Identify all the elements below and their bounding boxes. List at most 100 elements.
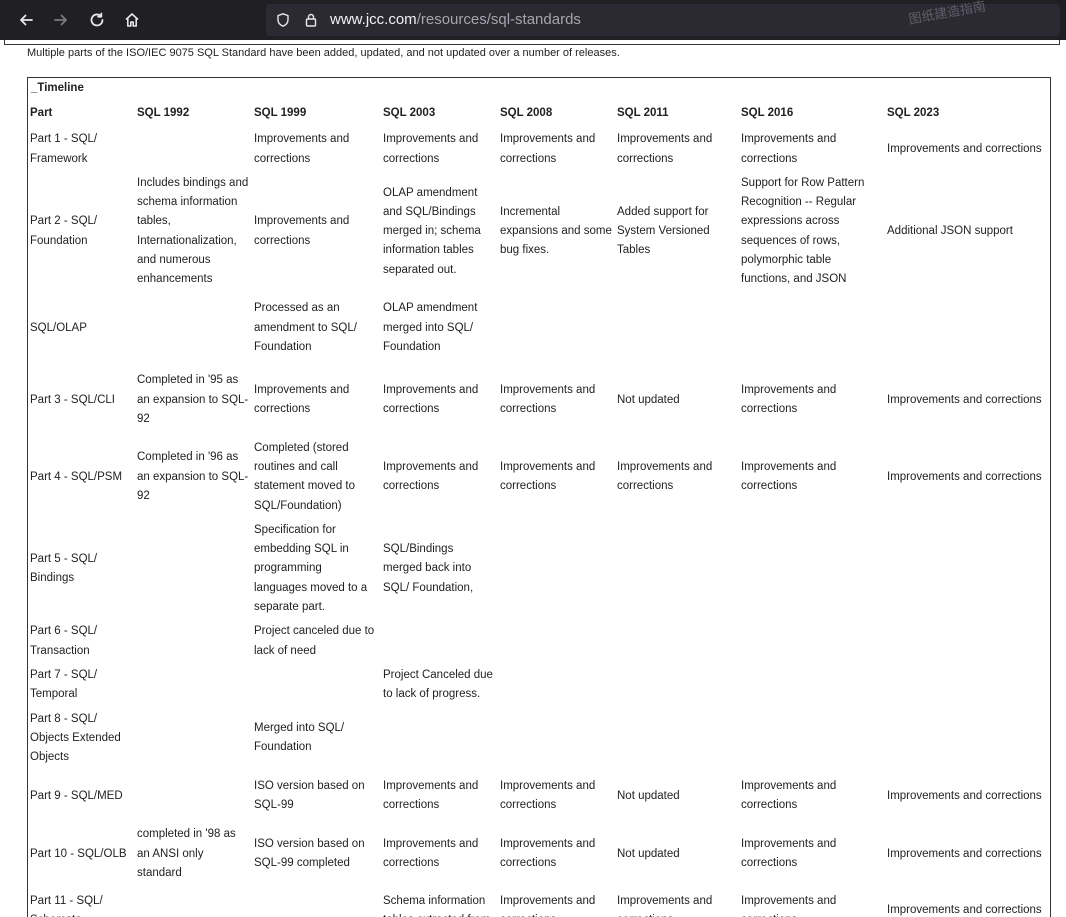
release-cell: [135, 886, 252, 917]
release-cell: Completed in '95 as an expansion to SQL-…: [137, 374, 249, 425]
release-cell: Improvements and corrections: [741, 838, 837, 870]
back-button[interactable]: [14, 8, 38, 32]
release-cell: Includes bindings and schema information…: [137, 176, 249, 286]
release-cell: [885, 664, 1050, 708]
part-name-cell: Part 8 - SQL/ Objects Extended Objects: [30, 712, 121, 764]
release-cell: [498, 664, 615, 708]
release-cell: Support for Row Pattern Recognition -- R…: [741, 176, 865, 286]
column-header: SQL 2023: [887, 107, 940, 119]
column-header: SQL 1999: [254, 107, 307, 119]
table-row: Part 4 - SQL/PSM Completed in '96 as an e…: [28, 437, 1050, 519]
release-cell: [498, 620, 615, 664]
release-cell: Project canceled due to lack of need: [254, 625, 375, 657]
release-cell: Improvements and corrections: [383, 460, 479, 493]
timeline-table: Part SQL 1992 SQL 1999 SQL 2003 SQL 2008 SQL …: [28, 104, 1050, 917]
column-header: SQL 2011: [617, 107, 669, 119]
release-cell: [885, 620, 1050, 664]
column-header: SQL 2003: [383, 107, 436, 119]
forward-arrow-icon: [54, 14, 67, 26]
home-button[interactable]: [120, 8, 144, 32]
release-cell: [885, 519, 1050, 620]
table-row: Part 10 - SQL/OLB completed in '98 as an …: [28, 823, 1050, 886]
release-cell: [135, 519, 252, 620]
release-cell: ISO version based on SQL-99 completed: [254, 838, 365, 870]
release-cell: [615, 664, 739, 708]
timeline-caption-text: Timeline: [37, 82, 84, 94]
column-header: Part: [30, 107, 53, 119]
release-cell: Improvements and corrections: [254, 133, 350, 165]
column-header: SQL 2016: [741, 107, 794, 119]
url-text[interactable]: www.jcc.com/resources/sql-standards: [330, 11, 581, 29]
release-cell: Improvements and corrections: [383, 383, 479, 416]
table-row: Part 7 - SQL/ Temporal Project Canceled d…: [28, 664, 1050, 708]
release-cell: ISO version based on SQL-99: [254, 780, 365, 812]
part-name-cell: Part 6 - SQL/ Transaction: [30, 625, 98, 657]
release-cell: [498, 519, 615, 620]
shield-icon[interactable]: [274, 11, 292, 29]
release-cell: SQL/Bindings merged back into SQL/ Found…: [383, 543, 474, 594]
release-cell: Improvements and corrections: [887, 393, 1042, 406]
table-header-row: Part SQL 1992 SQL 1999 SQL 2003 SQL 2008 SQL …: [28, 104, 1050, 128]
release-cell: Not updated: [617, 789, 680, 802]
reload-button[interactable]: [85, 8, 109, 32]
part-name-cell: Part 5 - SQL/ Bindings: [30, 552, 98, 585]
table-row: Part 11 - SQL/ Schemata Schema informatio…: [28, 886, 1050, 917]
lock-icon[interactable]: [302, 11, 320, 29]
release-cell: [739, 519, 885, 620]
release-cell: [135, 770, 252, 823]
table-row: Part 5 - SQL/ Bindings Specification for …: [28, 519, 1050, 620]
timeline-caption: _Timeline: [31, 82, 84, 94]
release-cell: Improvements and corrections: [383, 780, 479, 812]
release-cell: Improvements and corrections: [383, 133, 479, 165]
release-cell: [739, 664, 885, 708]
release-cell: Schema information tables extracted from: [383, 894, 490, 917]
release-cell: Improvements and corrections: [741, 383, 837, 416]
release-cell: Not updated: [617, 393, 680, 406]
column-header: SQL 1992: [137, 107, 190, 119]
release-cell: OLAP amendment merged into SQL/ Foundati…: [383, 302, 478, 353]
release-cell: [135, 293, 252, 365]
part-name-cell: Part 4 - SQL/PSM: [30, 470, 123, 483]
browser-toolbar: www.jcc.com/resources/sql-standards 图纸建造…: [0, 0, 1066, 40]
release-cell: Improvements and corrections: [254, 383, 350, 416]
part-name-cell: Part 9 - SQL/MED: [30, 789, 123, 802]
table-row: SQL/OLAP Processed as an amendment to SQL…: [28, 293, 1050, 365]
part-name-cell: Part 2 - SQL/ Foundation: [30, 215, 98, 247]
release-cell: Improvements and corrections: [741, 894, 837, 917]
release-cell: Improvements and corrections: [500, 894, 596, 917]
release-cell: [498, 293, 615, 365]
table-row: Part 8 - SQL/ Objects Extended Objects Me…: [28, 708, 1050, 771]
release-cell: [885, 293, 1050, 365]
release-cell: Additional JSON support: [887, 225, 1013, 238]
forward-button[interactable]: [49, 8, 73, 32]
part-name-cell: Part 1 - SQL/ Framework: [30, 133, 98, 165]
release-cell: Improvements and corrections: [500, 133, 596, 165]
release-cell: Improvements and corrections: [741, 133, 837, 165]
address-bar[interactable]: www.jcc.com/resources/sql-standards: [266, 4, 1060, 36]
release-cell: [739, 293, 885, 365]
release-cell: Improvements and corrections: [887, 142, 1042, 155]
reload-icon: [90, 12, 104, 27]
release-cell: Improvements and corrections: [887, 470, 1042, 483]
part-name-cell: Part 11 - SQL/ Schemata: [30, 894, 103, 917]
table-row: Part 1 - SQL/ Framework Improvements and …: [28, 128, 1050, 172]
release-cell: Improvements and corrections: [500, 838, 596, 870]
url-domain: www.jcc.com: [330, 11, 417, 28]
back-arrow-icon: [20, 14, 33, 26]
release-cell: Improvements and corrections: [617, 460, 713, 493]
release-cell: Improvements and corrections: [500, 780, 596, 812]
release-cell: [135, 620, 252, 664]
table-row: Part 6 - SQL/ Transaction Project cancele…: [28, 620, 1050, 664]
release-cell: [615, 708, 739, 771]
release-cell: [252, 664, 381, 708]
release-cell: OLAP amendment and SQL/Bindings merged i…: [383, 186, 481, 276]
release-cell: [135, 128, 252, 172]
release-cell: [739, 708, 885, 771]
release-cell: [615, 620, 739, 664]
release-cell: Incremental expansions and some bug fixe…: [500, 205, 612, 257]
url-path: /resources/sql-standards: [416, 11, 581, 28]
column-header: SQL 2008: [500, 107, 553, 119]
release-cell: Improvements and corrections: [887, 789, 1042, 802]
release-cell: Improvements and corrections: [741, 460, 837, 493]
release-cell: Improvements and corrections: [617, 133, 713, 165]
